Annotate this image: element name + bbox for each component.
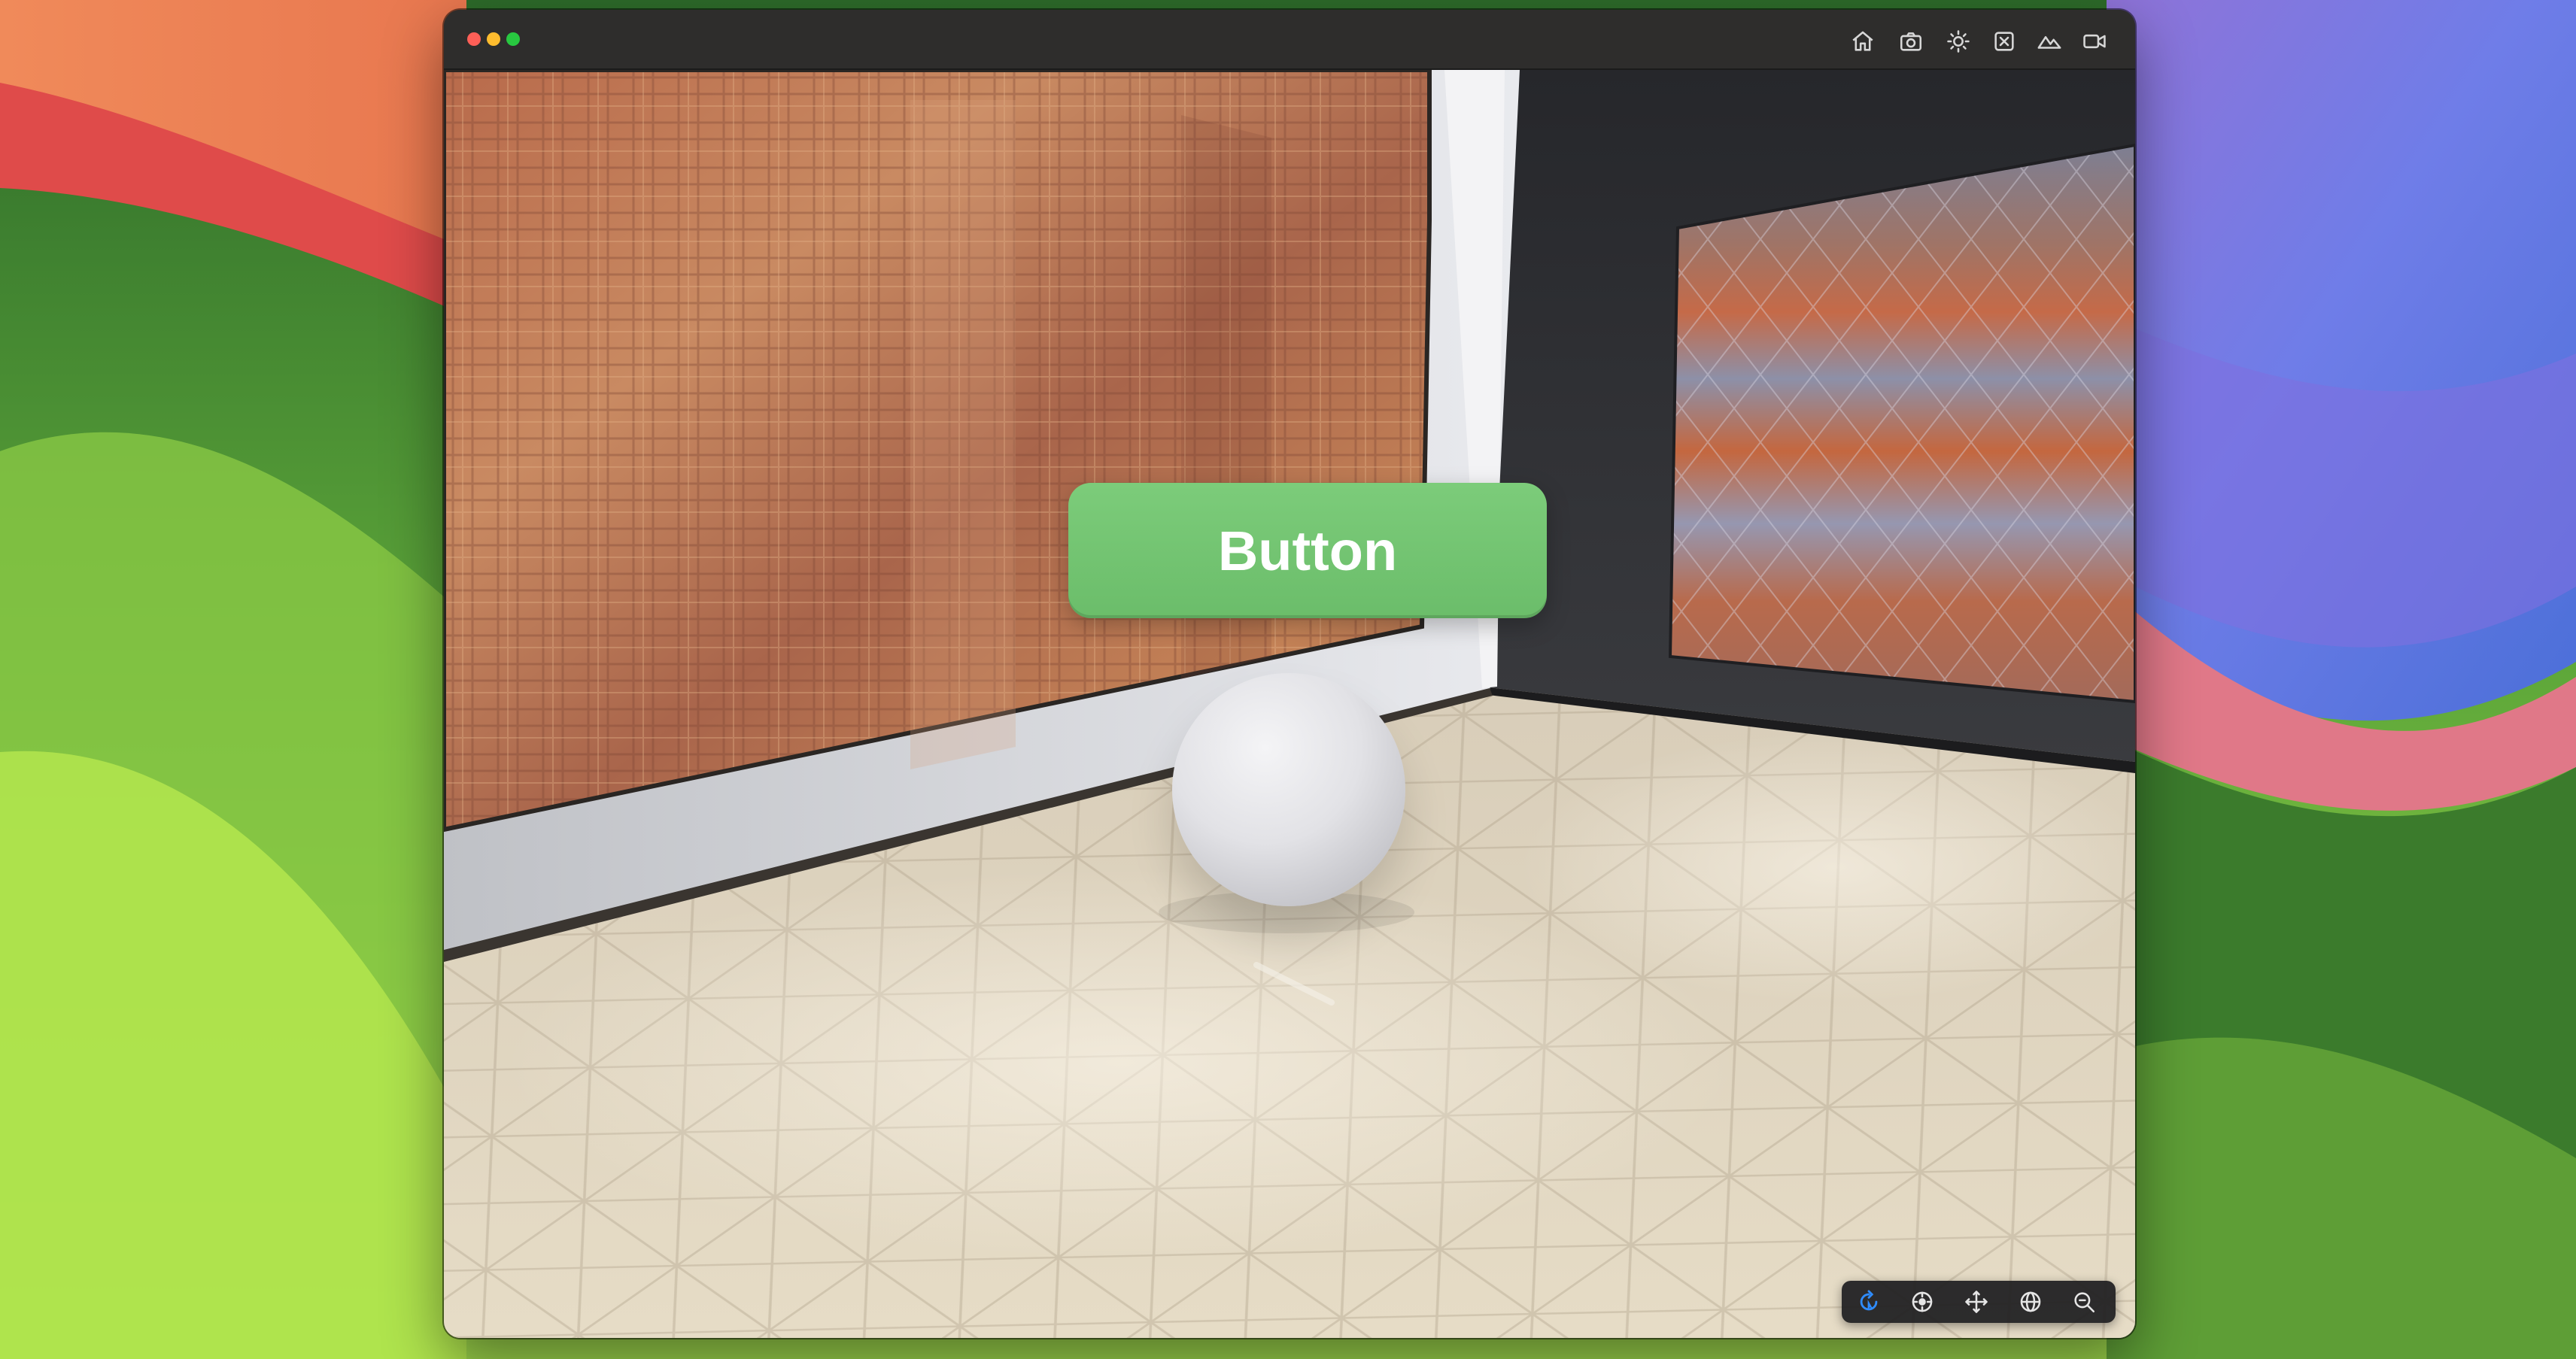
move-icon[interactable] <box>1960 1285 1993 1318</box>
entity-icon[interactable] <box>1989 26 2019 56</box>
close-window-button[interactable] <box>467 32 481 46</box>
pan-icon[interactable] <box>1906 1285 1939 1318</box>
video-camera-icon[interactable] <box>2079 26 2110 56</box>
globe-icon[interactable] <box>2014 1285 2047 1318</box>
viewport-controls <box>1842 1281 2116 1323</box>
minimize-window-button[interactable] <box>487 32 500 46</box>
orbit-icon[interactable] <box>1852 1285 1885 1318</box>
zoom-window-button[interactable] <box>506 32 520 46</box>
scene-viewport[interactable]: Button <box>444 70 2135 1338</box>
app-window: Button <box>444 10 2135 1338</box>
title-bar <box>444 10 2135 70</box>
scene-button[interactable]: Button <box>1068 483 1547 618</box>
camera-icon[interactable] <box>1896 26 1926 56</box>
zoom-icon[interactable] <box>2067 1285 2101 1318</box>
home-icon[interactable] <box>1848 26 1878 56</box>
environment-icon[interactable] <box>2034 26 2064 56</box>
desktop-wallpaper: Button <box>0 0 2576 1359</box>
lighting-icon[interactable] <box>1943 26 1973 56</box>
sphere-entity[interactable] <box>1172 673 1405 906</box>
